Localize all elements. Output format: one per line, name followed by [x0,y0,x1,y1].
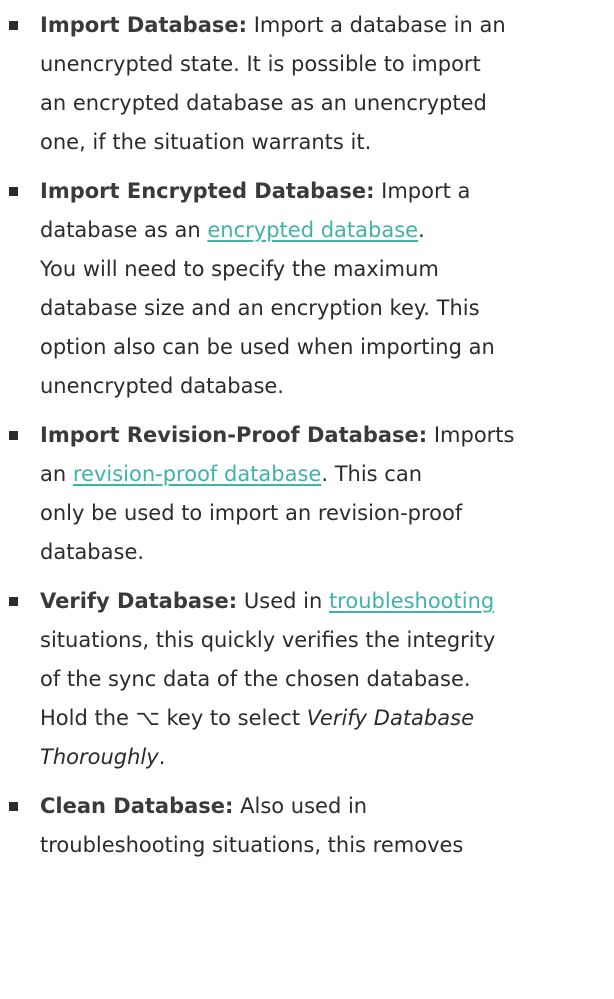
doc-page: { "items": [ { "term": "Import Database:… [0,0,614,999]
feature-list: Import Database: Import a database in an… [0,6,614,875]
item-term: Import Encrypted Database: [40,179,375,203]
item-text: situations, this quickly verifies the in… [40,628,496,652]
item-term: Import Revision-Proof Database: [40,423,428,447]
item-line: an revision-proof database. This can [40,455,614,494]
item-line: Import Database: Import a database in an [40,6,614,45]
item-text: Used in [237,589,329,613]
item-line: Clean Database: Also used in [40,787,614,826]
item-text: only be used to import an revision-proof [40,501,463,525]
item-text: Import a [374,179,471,203]
item-text: an encrypted database as an unencrypted [40,91,487,115]
item-term: Clean Database: [40,794,234,818]
item-text: unencrypted database. [40,374,284,398]
item-text: Imports [427,423,515,447]
item-text: option also can be used when importing a… [40,335,495,359]
encrypted-database-link[interactable]: encrypted database [207,218,418,242]
item-text: . [158,745,166,769]
item-line: Thoroughly. [40,738,614,777]
list-item-clean-database: Clean Database: Also used in troubleshoo… [0,787,614,865]
item-line: database as an encrypted database. [40,211,614,250]
item-text: one, if the situation warrants it. [40,130,372,154]
bullet-icon [9,187,18,196]
item-line: Hold the ⌥ key to select Verify Database [40,699,614,738]
list-item-import-revision-proof-database: Import Revision-Proof Database: Imports … [0,416,614,572]
item-text: . This can [321,462,423,486]
item-text: You will need to specify the maximum [40,257,439,281]
item-text: troubleshooting situations, this removes [40,833,464,857]
bullet-icon [9,802,18,811]
item-emphasis: Thoroughly [40,745,159,769]
item-term: Import Database: [40,13,248,37]
bullet-icon [9,597,18,606]
item-line: Import Encrypted Database: Import a [40,172,614,211]
list-item-verify-database: Verify Database: Used in troubleshooting… [0,582,614,777]
bullet-icon [9,21,18,30]
item-emphasis: Verify Database [306,706,474,730]
item-text: an [40,462,73,486]
item-text: Also used in [233,794,368,818]
item-text: unencrypted state. It is possible to imp… [40,52,481,76]
troubleshooting-link[interactable]: troubleshooting [329,589,494,613]
item-text: . [418,218,425,242]
item-text: database. [40,540,145,564]
revision-proof-database-link[interactable]: revision-proof database [73,462,322,486]
item-text: database size and an encryption key. Thi… [40,296,480,320]
item-text: database as an [40,218,208,242]
list-item-import-database: Import Database: Import a database in an… [0,6,614,162]
bullet-icon [9,431,18,440]
item-text: Import a database in an [247,13,506,37]
item-text: Hold the ⌥ key to select [40,706,307,730]
item-line: Import Revision-Proof Database: Imports [40,416,614,455]
item-text: of the sync data of the chosen database. [40,667,471,691]
list-item-import-encrypted-database: Import Encrypted Database: Import a data… [0,172,614,406]
item-line: Verify Database: Used in troubleshooting [40,582,614,621]
item-term: Verify Database: [40,589,238,613]
